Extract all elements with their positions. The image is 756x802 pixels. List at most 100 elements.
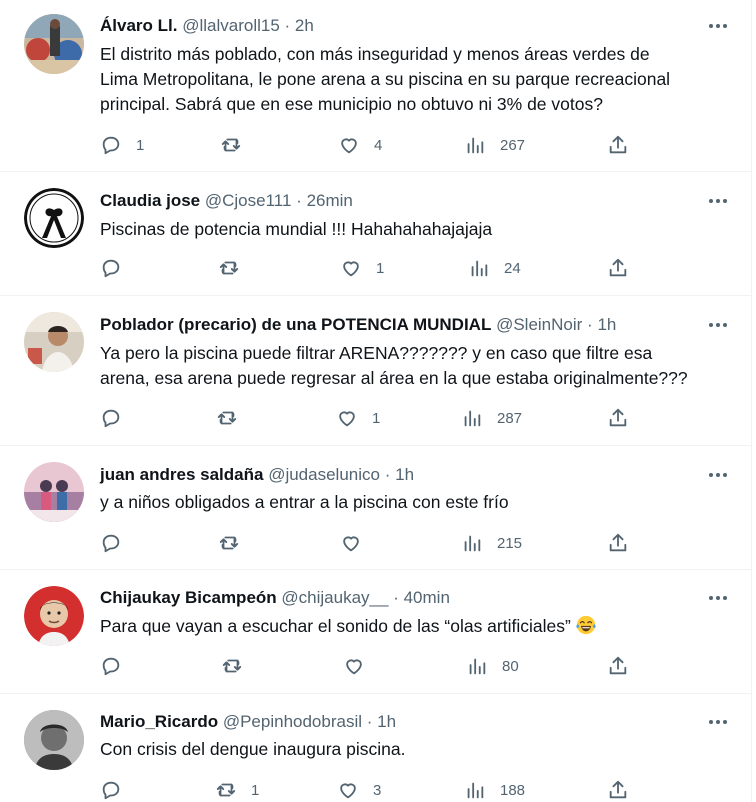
retweet-count: 1 bbox=[251, 781, 260, 799]
tweet-text: Para que vayan a escuchar el sonido de l… bbox=[100, 614, 730, 639]
tweet-header: Mario_Ricardo @Pepinhodobrasil · 1h bbox=[100, 711, 396, 733]
views-button[interactable]: 80 bbox=[466, 654, 519, 678]
tweet[interactable]: Chijaukay Bicampeón @chijaukay__ · 40min… bbox=[0, 570, 752, 694]
display-name[interactable]: Mario_Ricardo bbox=[100, 712, 218, 731]
avatar[interactable] bbox=[24, 586, 84, 646]
more-icon[interactable] bbox=[706, 315, 730, 335]
like-button[interactable]: 1 bbox=[336, 406, 380, 430]
retweet-button[interactable] bbox=[221, 654, 257, 678]
more-icon[interactable] bbox=[706, 588, 730, 608]
like-button[interactable]: 4 bbox=[338, 133, 382, 157]
timestamp[interactable]: 26min bbox=[307, 191, 353, 210]
avatar[interactable] bbox=[24, 462, 84, 522]
retweet-button[interactable] bbox=[218, 256, 254, 280]
heart-icon bbox=[339, 411, 355, 427]
display-name[interactable]: juan andres saldaña bbox=[100, 465, 263, 484]
views-button[interactable]: 215 bbox=[461, 531, 522, 555]
reply-button[interactable] bbox=[100, 256, 136, 280]
tweet-text-line: Ya pero la piscina puede filtrar ARENA??… bbox=[100, 343, 653, 363]
views-button[interactable]: 267 bbox=[464, 133, 525, 157]
timestamp[interactable]: 40min bbox=[404, 588, 450, 607]
username[interactable]: @SleinNoir bbox=[496, 315, 582, 334]
tweet-text-line: y a niños obligados a entrar a la piscin… bbox=[100, 492, 509, 512]
like-button[interactable]: 1 bbox=[340, 256, 384, 280]
face-with-tears-of-joy-icon bbox=[576, 615, 596, 635]
username[interactable]: @chijaukay__ bbox=[281, 588, 388, 607]
username[interactable]: @judaselunico bbox=[268, 465, 380, 484]
share-button[interactable] bbox=[607, 778, 629, 802]
reply-button[interactable] bbox=[100, 406, 136, 430]
tweet[interactable]: Mario_Ricardo @Pepinhodobrasil · 1h Con … bbox=[0, 694, 752, 802]
share-icon bbox=[609, 408, 627, 427]
reply-count: 1 bbox=[136, 136, 145, 154]
share-icon bbox=[609, 780, 627, 799]
reply-icon bbox=[102, 259, 120, 278]
share-button[interactable] bbox=[607, 531, 629, 555]
view-count: 267 bbox=[500, 136, 526, 154]
timestamp[interactable]: 1h bbox=[395, 465, 414, 484]
display-name[interactable]: Chijaukay Bicampeón bbox=[100, 588, 277, 607]
like-button[interactable]: 3 bbox=[337, 778, 381, 802]
username[interactable]: @Pepinhodobrasil bbox=[223, 712, 362, 731]
retweet-button[interactable] bbox=[220, 133, 256, 157]
timestamp[interactable]: 1h bbox=[597, 315, 616, 334]
share-button[interactable] bbox=[607, 654, 629, 678]
timestamp[interactable]: 2h bbox=[295, 16, 314, 35]
reply-button[interactable]: 1 bbox=[100, 133, 144, 157]
display-name[interactable]: Claudia jose bbox=[100, 191, 200, 210]
more-icon[interactable] bbox=[706, 191, 730, 211]
views-button[interactable]: 287 bbox=[461, 406, 522, 430]
reply-button[interactable] bbox=[100, 654, 136, 678]
share-icon bbox=[609, 533, 627, 552]
like-count: 1 bbox=[372, 409, 381, 427]
separator: · bbox=[366, 712, 373, 731]
share-button[interactable] bbox=[607, 133, 629, 157]
display-name[interactable]: Álvaro Ll. bbox=[100, 16, 177, 35]
views-button[interactable]: 188 bbox=[464, 778, 525, 802]
avatar[interactable] bbox=[24, 188, 84, 248]
tweet-text: Con crisis del dengue inaugura piscina. bbox=[100, 737, 730, 762]
reply-button[interactable] bbox=[100, 531, 136, 555]
timestamp[interactable]: 1h bbox=[377, 712, 396, 731]
tweet-text: y a niños obligados a entrar a la piscin… bbox=[100, 490, 730, 515]
more-icon[interactable] bbox=[706, 712, 730, 732]
tweet-actions: 1 24 bbox=[100, 256, 640, 280]
retweet-button[interactable] bbox=[216, 406, 252, 430]
share-icon bbox=[609, 258, 627, 277]
like-button[interactable] bbox=[343, 654, 379, 678]
like-button[interactable] bbox=[340, 531, 376, 555]
tweet-text: Ya pero la piscina puede filtrar ARENA??… bbox=[100, 341, 730, 391]
more-icon[interactable] bbox=[706, 16, 730, 36]
tweet-actions: 1 3 188 bbox=[100, 778, 640, 802]
reply-button[interactable] bbox=[100, 778, 136, 802]
separator: · bbox=[284, 16, 291, 35]
views-icon bbox=[467, 137, 484, 154]
tweet-text-line: Piscinas de potencia mundial !!! Hahahah… bbox=[100, 219, 493, 239]
tweet-actions: 80 bbox=[100, 654, 640, 678]
avatar[interactable] bbox=[24, 14, 84, 74]
tweet[interactable]: juan andres saldaña @judaselunico · 1h y… bbox=[0, 446, 752, 570]
separator: · bbox=[384, 465, 391, 484]
tweet[interactable]: Álvaro Ll. @llalvaroll15 · 2h El distrit… bbox=[0, 0, 752, 172]
tweet[interactable]: Poblador (precario) de una POTENCIA MUND… bbox=[0, 296, 752, 446]
heart-icon bbox=[346, 659, 362, 675]
share-button[interactable] bbox=[607, 406, 629, 430]
display-name[interactable]: Poblador (precario) de una POTENCIA MUND… bbox=[100, 315, 491, 334]
username[interactable]: @llalvaroll15 bbox=[182, 16, 280, 35]
tweet[interactable]: Claudia jose @Cjose111 · 26min Piscinas … bbox=[0, 172, 752, 296]
retweet-button[interactable] bbox=[218, 531, 254, 555]
share-button[interactable] bbox=[607, 256, 629, 280]
avatar[interactable] bbox=[24, 710, 84, 770]
views-button[interactable]: 24 bbox=[468, 256, 521, 280]
more-icon[interactable] bbox=[706, 465, 730, 485]
separator: · bbox=[296, 191, 302, 210]
view-count: 287 bbox=[497, 409, 523, 427]
retweet-button[interactable]: 1 bbox=[215, 778, 259, 802]
tweet-text-line: Lima Metropolitana, le pone arena a su p… bbox=[100, 69, 671, 89]
retweet-icon bbox=[221, 138, 241, 152]
views-icon bbox=[464, 535, 481, 552]
avatar[interactable] bbox=[24, 312, 84, 372]
username[interactable]: @Cjose111 bbox=[205, 191, 292, 210]
heart-icon bbox=[341, 138, 357, 154]
views-icon bbox=[469, 658, 486, 675]
